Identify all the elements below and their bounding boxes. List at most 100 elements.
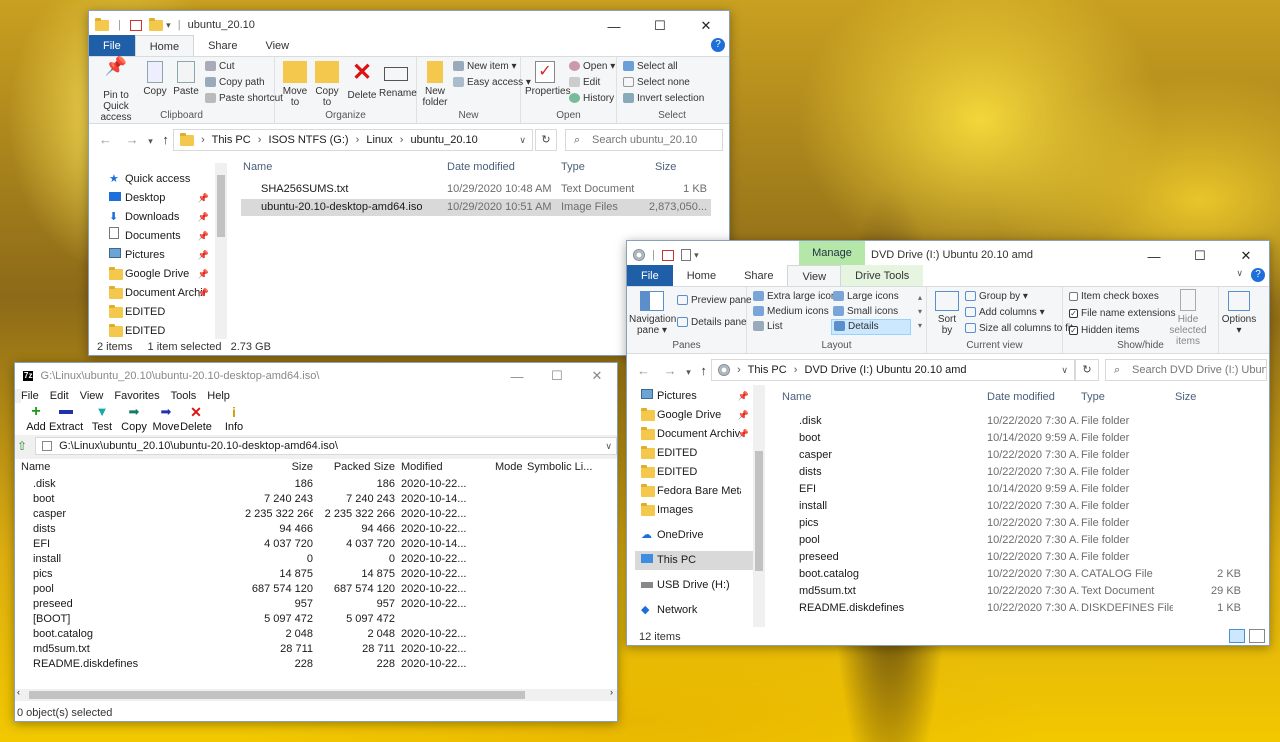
pin-icon[interactable]: 📌 [738, 425, 749, 444]
hide-selected-items-button[interactable]: Hide selected items [1159, 289, 1217, 347]
copy-button[interactable]: ➡ Copy [117, 405, 151, 434]
up-arrow-icon[interactable]: ↑ [700, 363, 707, 378]
preview-pane-button[interactable]: Preview pane [677, 295, 752, 307]
path-dropdown-icon[interactable]: ∨ [605, 438, 612, 454]
pin-icon[interactable]: 📌 [198, 227, 209, 246]
column-packed-size[interactable]: Packed Size [315, 461, 395, 473]
archive-row[interactable]: [BOOT] 5 097 472 5 097 472 [19, 612, 617, 627]
back-arrow-icon[interactable]: ← [99, 132, 112, 147]
new-document-icon[interactable] [681, 249, 692, 262]
file-row[interactable]: pics 10/22/2020 7:30 A... File folder [781, 515, 1251, 532]
archive-row[interactable]: boot.catalog 2 048 2 048 2020-10-22... [19, 627, 617, 642]
select-all-button[interactable]: Select all [623, 61, 678, 73]
column-name[interactable]: Name [243, 161, 272, 173]
tab-share[interactable]: Share [194, 35, 251, 57]
properties-icon[interactable] [129, 19, 142, 31]
nav-item-5[interactable]: Fedora Bare Metal [635, 482, 753, 501]
breadcrumb-this-pc[interactable]: This PC [748, 364, 787, 376]
up-arrow-icon[interactable]: ↑ [162, 132, 169, 147]
archive-row[interactable]: EFI 4 037 720 4 037 720 2020-10-14... [19, 537, 617, 552]
refresh-button[interactable]: ↻ [535, 129, 557, 151]
nav-item-6[interactable]: Images [635, 501, 753, 520]
tab-home[interactable]: Home [134, 35, 195, 57]
properties-button[interactable]: ✓ Properties [525, 61, 571, 97]
path-input[interactable]: G:\Linux\ubuntu_20.10\ubuntu-20.10-deskt… [35, 437, 617, 455]
manage-tab-header[interactable]: Manage [799, 241, 865, 265]
paste-shortcut-button[interactable]: Paste shortcut [205, 93, 283, 105]
menu-item-1[interactable]: Edit [50, 390, 69, 402]
add-columns-button[interactable]: Add columns ▾ [965, 307, 1045, 319]
file-row[interactable]: md5sum.txt 10/22/2020 7:30 A... Text Docum… [781, 583, 1251, 600]
address-dropdown-icon[interactable]: ∨ [1061, 360, 1068, 380]
info-button[interactable]: i Info [217, 405, 251, 433]
nav-item-7[interactable]: ☁ OneDrive [635, 526, 753, 545]
copy-to-button[interactable]: Copy to [313, 61, 341, 108]
help-icon[interactable]: ? [711, 38, 725, 52]
nav-item-10[interactable]: ◆ Network [635, 601, 753, 620]
file-row[interactable]: SHA256SUMS.txt 10/29/2020 10:48 AM Text Do… [241, 181, 711, 198]
column-symbolic-link[interactable]: Symbolic Li... [527, 461, 592, 473]
menu-item-3[interactable]: Favorites [114, 390, 159, 402]
navigation-pane-button[interactable]: Navigation pane ▾ [629, 291, 676, 336]
breadcrumb-dvd-drive[interactable]: DVD Drive (I:) Ubuntu 20.10 amd [805, 364, 967, 376]
sort-by-button[interactable]: Sort by [933, 291, 961, 336]
search-input[interactable]: ⌕ Search DVD Drive (I:) Ubuntu... [1105, 359, 1267, 381]
nav-scrollbar[interactable] [753, 385, 765, 627]
move-button[interactable]: ➡ Move [149, 405, 183, 434]
layout-scroll-icon[interactable]: ▴ ▾ ▾ [918, 291, 922, 333]
tab-file[interactable]: File [627, 265, 673, 287]
scroll-right-icon[interactable]: › [610, 687, 613, 697]
cut-button[interactable]: Cut [205, 61, 235, 73]
breadcrumb-linux[interactable]: Linux [366, 134, 392, 146]
layout-details[interactable]: Details [831, 319, 911, 335]
archive-row[interactable]: install 0 0 2020-10-22... [19, 552, 617, 567]
layout-medium-icons[interactable]: Medium icons [753, 306, 829, 318]
copy-path-button[interactable]: Copy path [205, 77, 265, 89]
pin-icon[interactable]: 📌 [198, 265, 209, 284]
file-row[interactable]: casper 10/22/2020 7:30 A... File folder [781, 447, 1251, 464]
nav-item-6[interactable]: Document Archiv 📌 [103, 284, 213, 303]
column-name[interactable]: Name [782, 391, 811, 403]
nav-item-9[interactable]: USB Drive (H:) [635, 576, 753, 595]
invert-selection-button[interactable]: Invert selection [623, 93, 704, 105]
column-type[interactable]: Type [1081, 391, 1105, 403]
column-name[interactable]: Name [21, 461, 50, 473]
file-row[interactable]: EFI 10/14/2020 9:59 A... File folder [781, 481, 1251, 498]
scroll-thumb[interactable] [755, 451, 763, 571]
item-check-boxes-toggle[interactable]: Item check boxes [1069, 291, 1159, 303]
breadcrumb-this-pc[interactable]: This PC [212, 134, 251, 146]
nav-item-2[interactable]: Document Archiv 📌 [635, 425, 753, 444]
history-button[interactable]: History [569, 93, 614, 105]
select-none-button[interactable]: Select none [623, 77, 690, 89]
menu-item-2[interactable]: View [80, 390, 104, 402]
paste-button[interactable]: Paste [171, 61, 201, 97]
new-item-button[interactable]: New item ▾ [453, 61, 517, 73]
scroll-thumb[interactable] [217, 175, 225, 237]
file-row[interactable]: ubuntu-20.10-desktop-amd64.iso 10/29/2020… [241, 199, 711, 216]
nav-item-5[interactable]: Google Drive 📌 [103, 265, 213, 284]
size-columns-button[interactable]: Size all columns to fit [965, 323, 1073, 335]
nav-item-8[interactable]: EDITED [103, 322, 213, 341]
archive-row[interactable]: casper 2 235 322 266 2 235 322 266 2020-10-… [19, 507, 617, 522]
delete-button[interactable]: ✕ Delete [347, 61, 377, 102]
file-row[interactable]: README.diskdefines 10/22/2020 7:30 A... DI… [781, 600, 1251, 617]
archive-row[interactable]: preseed 957 957 2020-10-22... [19, 597, 617, 612]
nav-item-1[interactable]: Google Drive 📌 [635, 406, 753, 425]
delete-button[interactable]: ✕ Delete [179, 405, 213, 433]
move-to-button[interactable]: Move to [281, 61, 309, 108]
address-bar[interactable]: › This PC › ISOS NTFS (G:) › Linux › ubu… [173, 129, 533, 151]
file-row[interactable]: boot.catalog 10/22/2020 7:30 A... CATALOG … [781, 566, 1251, 583]
tab-file[interactable]: File [89, 35, 135, 57]
large-icons-view-icon[interactable] [1249, 629, 1265, 643]
group-by-button[interactable]: Group by ▾ [965, 291, 1028, 303]
archive-row[interactable]: boot 7 240 243 7 240 243 2020-10-14... [19, 492, 617, 507]
maximize-button[interactable]: ☐ [537, 363, 577, 389]
new-folder-button[interactable]: New folder [421, 61, 449, 108]
forward-arrow-icon[interactable]: → [664, 363, 677, 378]
archive-row[interactable]: .disk 186 186 2020-10-22... [19, 477, 617, 492]
minimize-button[interactable]: — [497, 363, 537, 389]
extract-button[interactable]: Extract [49, 405, 83, 433]
scroll-left-icon[interactable]: ‹ [17, 687, 20, 697]
archive-row[interactable]: md5sum.txt 28 711 28 711 2020-10-22... [19, 642, 617, 657]
easy-access-button[interactable]: Easy access ▾ [453, 77, 531, 89]
